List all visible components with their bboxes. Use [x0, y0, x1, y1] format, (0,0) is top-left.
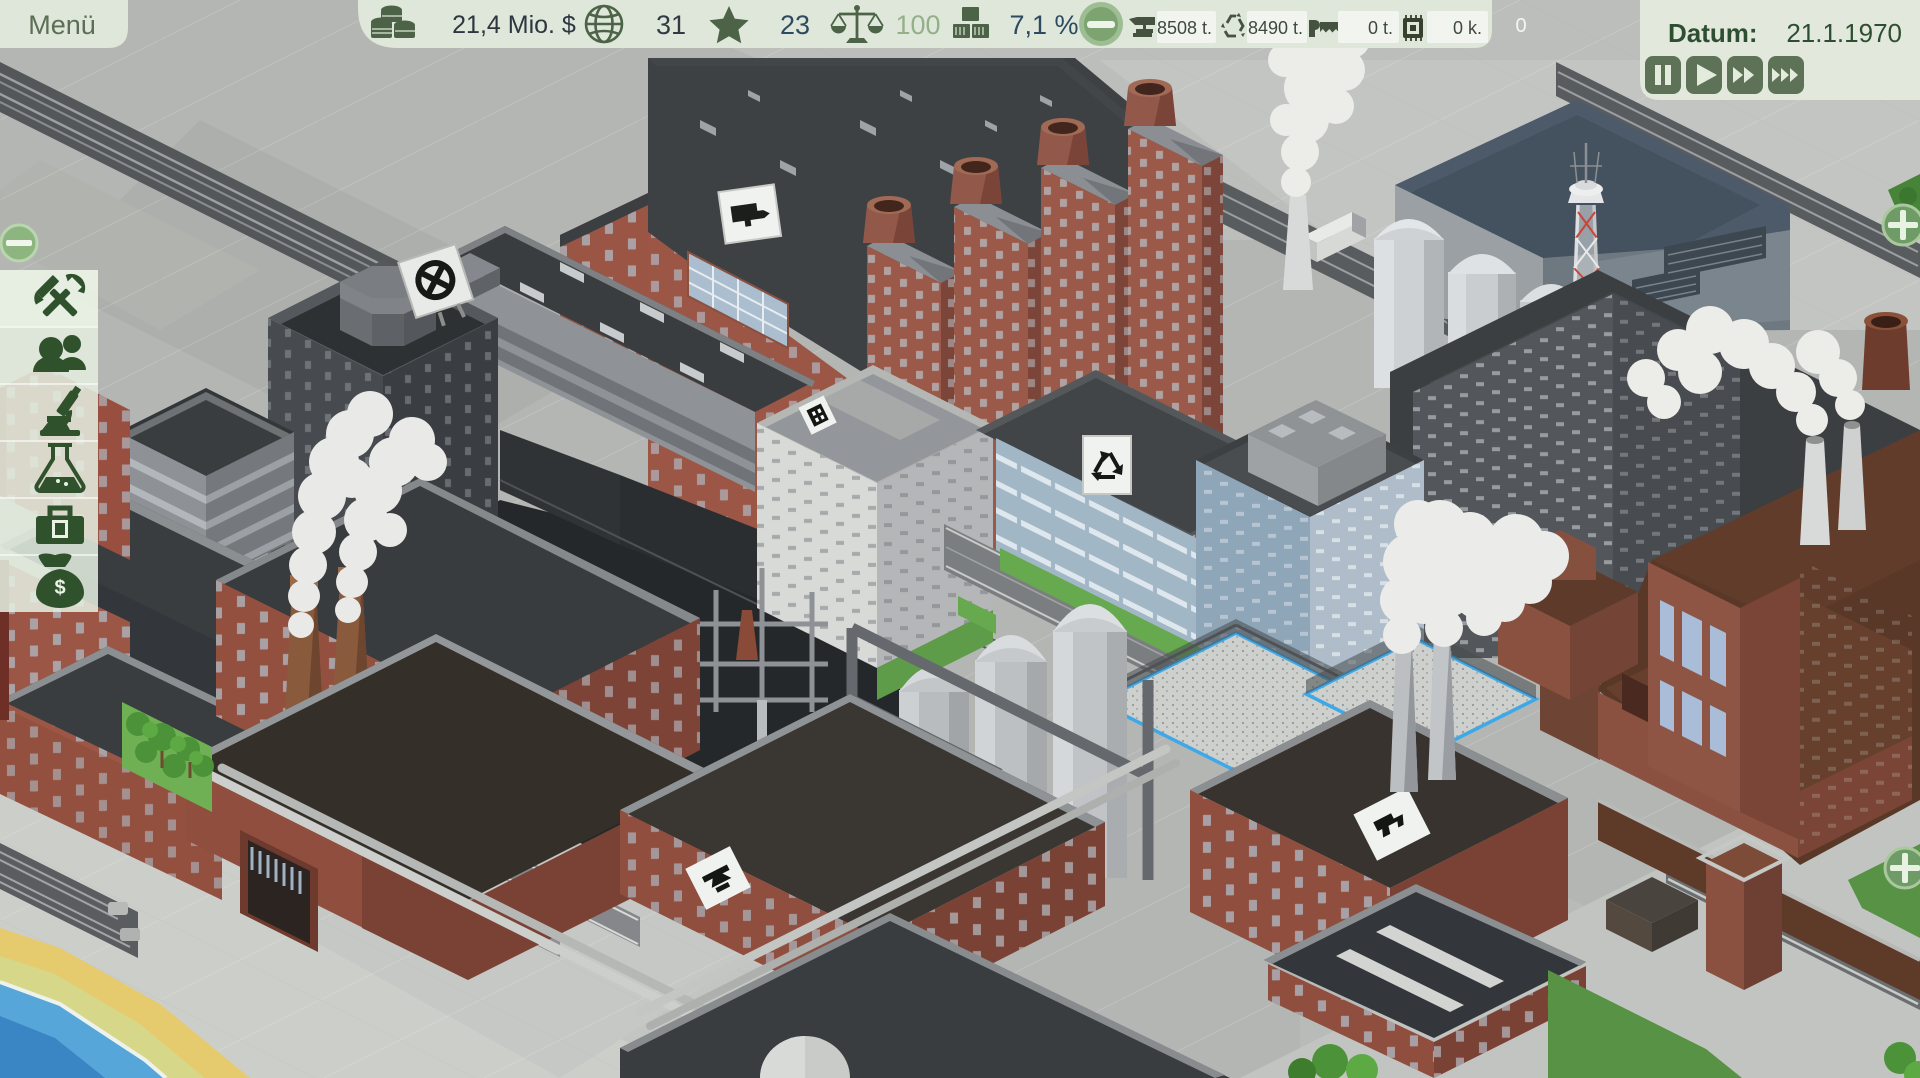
svg-text:8490 t.: 8490 t. [1248, 18, 1303, 38]
svg-text:0: 0 [1515, 15, 1526, 37]
svg-text:100: 100 [895, 10, 940, 40]
svg-text:7,1 %: 7,1 % [1009, 10, 1078, 40]
svg-text:$: $ [54, 577, 65, 599]
svg-text:0 k.: 0 k. [1453, 18, 1482, 38]
svg-text:31: 31 [656, 10, 686, 40]
svg-text:Datum:: Datum: [1668, 18, 1758, 48]
svg-text:21.1.1970: 21.1.1970 [1786, 18, 1902, 48]
svg-text:Menü: Menü [28, 10, 96, 40]
svg-text:0 t.: 0 t. [1368, 18, 1393, 38]
svg-text:21,4 Mio. $: 21,4 Mio. $ [452, 11, 576, 39]
svg-text:8508 t.: 8508 t. [1157, 18, 1212, 38]
svg-text:23: 23 [780, 10, 810, 40]
